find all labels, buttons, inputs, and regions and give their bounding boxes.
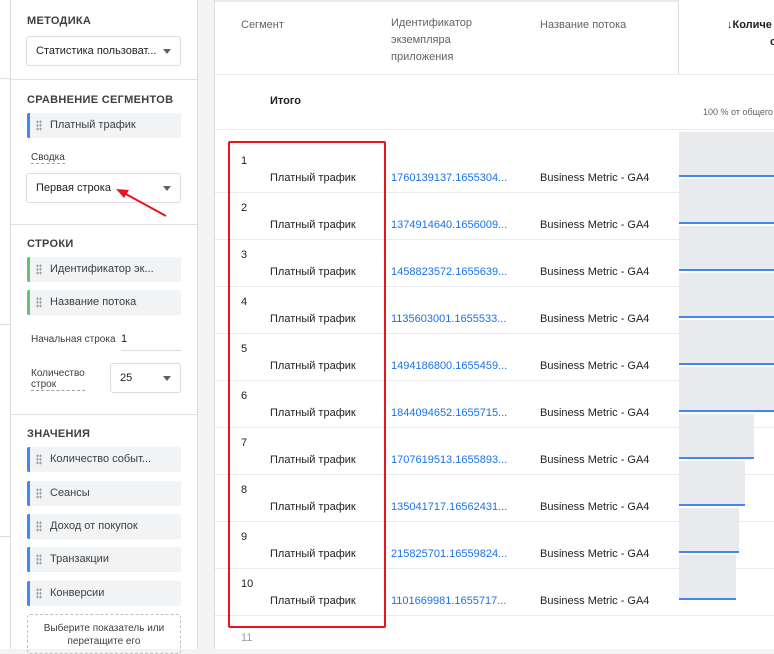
row-app-id-link[interactable]: 1494186800.1655459...: [391, 360, 507, 372]
col-header-metric-text: ↓Количе соб: [727, 17, 774, 51]
row-stream-name: Business Metric - GA4: [540, 172, 650, 184]
row-stream-name: Business Metric - GA4: [540, 595, 650, 607]
row-app-id-link[interactable]: 1374914640.1656009...: [391, 219, 507, 231]
col-header-stream[interactable]: Название потока: [540, 17, 626, 34]
metric-bars: [679, 130, 774, 649]
row-app-id-link[interactable]: 135041717.16562431...: [391, 501, 507, 513]
row-stream-name: Business Metric - GA4: [540, 407, 650, 419]
col-header-app-id-line: приложения: [391, 51, 454, 63]
metric-bar-line: [679, 598, 736, 600]
total-percent: 100 % от общего: [703, 107, 774, 117]
col-header-app-id[interactable]: Идентификатор экземпляра приложения: [391, 15, 472, 66]
row-stream-name: Business Metric - GA4: [540, 266, 650, 278]
col-header-app-id-line: экземпляра: [391, 34, 451, 46]
metric-bar-line: [679, 222, 774, 224]
row-app-id-link[interactable]: 1760139137.1655304...: [391, 172, 507, 184]
metric-bar: [679, 226, 774, 271]
metric-bar: [679, 508, 739, 553]
row-app-id-link[interactable]: 1101669981.1655717...: [391, 595, 506, 607]
metric-bar: [679, 132, 774, 177]
col-header-metric[interactable]: ↓Количе соб: [678, 0, 774, 74]
metric-bar: [679, 367, 774, 412]
col-header-app-id-line: Идентификатор: [391, 17, 472, 29]
metric-bar: [679, 555, 736, 600]
metric-bar-line: [679, 363, 774, 365]
row-stream-name: Business Metric - GA4: [540, 360, 650, 372]
row-stream-name: Business Metric - GA4: [540, 501, 650, 513]
metric-bar-line: [679, 410, 774, 412]
metric-bar: [679, 461, 745, 506]
metric-bar-line: [679, 316, 774, 318]
metric-bar-line: [679, 504, 745, 506]
row-stream-name: Business Metric - GA4: [540, 454, 650, 466]
total-label: Итого: [270, 95, 302, 107]
row-stream-name: Business Metric - GA4: [540, 219, 650, 231]
analytics-explore-frame: МЕТОДИКА Статистика пользоват... СРАВНЕН…: [0, 0, 774, 654]
row-app-id-link[interactable]: 1844094652.1655715...: [391, 407, 507, 419]
row-app-id-link[interactable]: 215825701.16559824...: [391, 548, 507, 560]
row-stream-name: Business Metric - GA4: [540, 548, 650, 560]
col-header-metric-line: соб: [727, 34, 774, 51]
row-app-id-link[interactable]: 1707619513.1655893...: [391, 454, 507, 466]
col-header-metric-line: ↓Количе: [727, 19, 772, 31]
metric-bar-line: [679, 457, 754, 459]
row-app-id-link[interactable]: 1458823572.1655639...: [391, 266, 507, 278]
row-number: 11: [241, 632, 253, 644]
metric-bar: [679, 414, 754, 459]
row-app-id-link[interactable]: 1135603001.1655533...: [391, 313, 506, 325]
row-stream-name: Business Metric - GA4: [540, 313, 650, 325]
col-header-segment[interactable]: Сегмент: [241, 17, 284, 34]
metric-bar-line: [679, 269, 774, 271]
annotation-highlight-box: [228, 141, 386, 628]
metric-bar-line: [679, 175, 774, 177]
metric-bar: [679, 273, 774, 318]
metric-bar: [679, 179, 774, 224]
metric-bar-line: [679, 551, 739, 553]
metric-bar: [679, 320, 774, 365]
